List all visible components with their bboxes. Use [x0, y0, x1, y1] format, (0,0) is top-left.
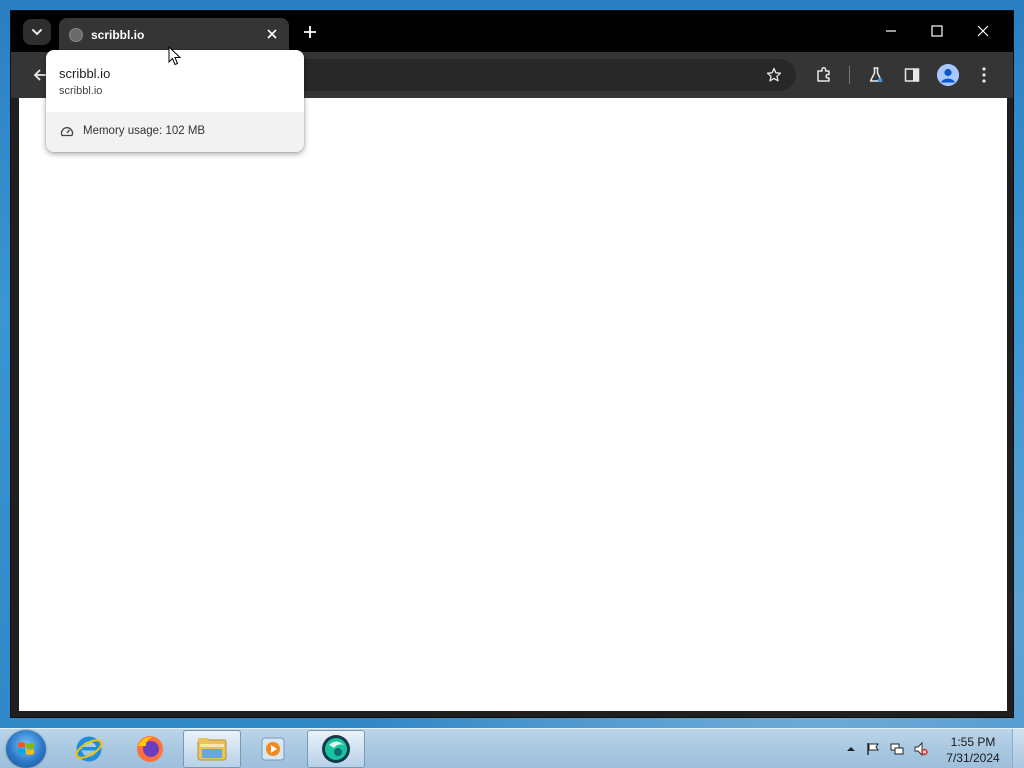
taskbar: 1:55 PM 7/31/2024: [0, 728, 1024, 768]
chevron-down-icon: [32, 29, 42, 36]
minimize-icon: [886, 30, 896, 32]
profile-button[interactable]: [937, 64, 959, 86]
internet-explorer-icon: [75, 736, 103, 762]
close-icon: [977, 25, 989, 37]
more-menu-icon: [982, 67, 986, 83]
close-icon: [267, 29, 277, 39]
new-tab-button[interactable]: [299, 21, 321, 43]
firefox-icon: [137, 736, 163, 762]
show-desktop-button[interactable]: [1012, 729, 1024, 768]
window-close-button[interactable]: [963, 17, 1003, 45]
app-green-circle-icon: [322, 735, 350, 763]
network-icon[interactable]: [890, 742, 904, 756]
taskbar-browser-app[interactable]: [307, 730, 365, 768]
tab-strip: scribbl.io: [11, 11, 1013, 52]
clock-time: 1:55 PM: [950, 735, 996, 749]
show-hidden-icons-arrow-icon[interactable]: [844, 742, 858, 756]
labs-button[interactable]: [865, 64, 887, 86]
clock-date: 7/31/2024: [946, 751, 1000, 765]
star-icon: [766, 67, 782, 82]
action-center-flag-icon[interactable]: [866, 742, 880, 756]
mouse-cursor-icon: [168, 46, 182, 66]
folder-icon: [197, 738, 227, 761]
minimize-button[interactable]: [871, 17, 911, 45]
taskbar-clock[interactable]: 1:55 PM 7/31/2024: [944, 734, 1002, 766]
taskbar-file-explorer[interactable]: [183, 730, 241, 768]
tab-close-button[interactable]: [263, 25, 281, 43]
tab-title: scribbl.io: [91, 28, 145, 42]
taskbar-firefox[interactable]: [121, 730, 179, 768]
hover-card-domain: scribbl.io: [59, 85, 103, 97]
media-player-icon: [261, 737, 285, 761]
start-button[interactable]: [6, 730, 46, 768]
profile-icon: [937, 64, 959, 86]
memory-usage-text: Memory usage: 102 MB: [83, 125, 206, 137]
side-panel-icon: [904, 68, 920, 82]
plus-icon: [304, 26, 316, 38]
more-menu-button[interactable]: [973, 64, 995, 86]
hover-card-title: scribbl.io: [59, 66, 111, 81]
address-bar[interactable]: [261, 59, 796, 91]
hover-card-footer: Memory usage: 102 MB: [46, 112, 304, 152]
toolbar-separator: [849, 66, 850, 84]
taskbar-media-player[interactable]: [244, 730, 302, 768]
extensions-icon: [817, 66, 830, 82]
tab-search-button[interactable]: [23, 19, 51, 45]
maximize-icon: [931, 25, 943, 37]
page-content[interactable]: [19, 98, 1007, 711]
side-panel-button[interactable]: [901, 64, 923, 86]
windows-logo-icon: [18, 742, 34, 755]
labs-flask-icon: [869, 67, 883, 83]
gauge-icon: [60, 127, 74, 137]
taskbar-internet-explorer[interactable]: [60, 730, 118, 768]
extensions-button[interactable]: [813, 64, 835, 86]
maximize-button[interactable]: [917, 17, 957, 45]
globe-icon: [69, 28, 83, 42]
bookmark-star-button[interactable]: [764, 65, 784, 85]
volume-muted-icon[interactable]: [914, 742, 928, 756]
